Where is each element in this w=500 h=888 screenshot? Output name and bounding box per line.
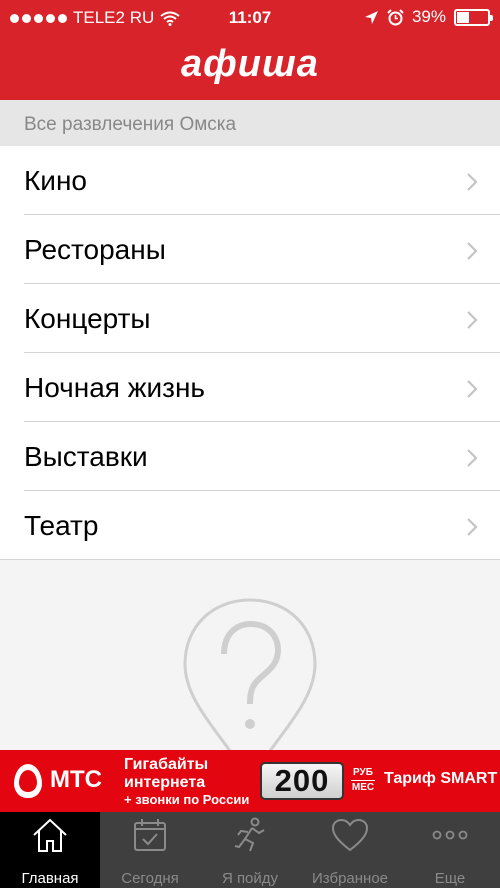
chevron-right-icon xyxy=(467,311,478,329)
menu-item-label: Театр xyxy=(24,509,99,541)
heart-icon xyxy=(331,818,369,852)
tab-more[interactable]: Еще xyxy=(400,812,500,888)
mts-egg-logo-icon xyxy=(14,764,42,798)
app-logo: афиша xyxy=(181,42,319,85)
menu-item-label: Рестораны xyxy=(24,233,166,265)
menu-item-label: Концерты xyxy=(24,302,151,334)
empty-placeholder xyxy=(0,560,500,750)
ad-price: 200 xyxy=(260,762,344,800)
chevron-right-icon xyxy=(467,449,478,467)
ad-line-2: интернета xyxy=(124,774,206,791)
menu-item-exhibitions[interactable]: Выставки xyxy=(0,422,500,491)
battery-icon xyxy=(454,8,493,26)
ad-banner[interactable]: МТС Гигабайты интернета + звонки по Росс… xyxy=(0,750,500,812)
tab-today[interactable]: Сегодня xyxy=(100,812,200,888)
calendar-icon xyxy=(134,819,166,851)
nav-bar: афиша xyxy=(0,36,500,100)
ad-line-1: Гигабайты xyxy=(124,756,209,773)
tab-going[interactable]: Я пойду xyxy=(200,812,300,888)
menu-item-concerts[interactable]: Концерты xyxy=(0,284,500,353)
battery-level xyxy=(457,11,469,23)
location-arrow-icon xyxy=(364,10,378,24)
tab-bar: Главная Сегодня Я пойду Избранное Еще xyxy=(0,812,500,888)
battery-percent: 39% xyxy=(411,7,446,26)
tab-label: Я пойду xyxy=(221,870,279,887)
ad-brand: МТС xyxy=(50,766,102,793)
tab-home[interactable]: Главная xyxy=(0,812,100,888)
chevron-right-icon xyxy=(467,173,478,191)
question-pin-icon xyxy=(183,598,317,750)
menu-item-restaurants[interactable]: Рестораны xyxy=(0,215,500,284)
ad-unit-bottom: МЕС xyxy=(351,782,375,793)
chevron-right-icon xyxy=(467,518,478,536)
runner-icon xyxy=(234,817,265,852)
menu-item-label: Выставки xyxy=(24,440,148,472)
tab-favorites[interactable]: Избранное xyxy=(300,812,400,888)
menu-item-label: Кино xyxy=(24,164,87,196)
chevron-right-icon xyxy=(467,242,478,260)
tab-label: Еще xyxy=(434,870,466,887)
category-list: Кино Рестораны Концерты Ночная жизнь Выс… xyxy=(0,146,500,560)
chevron-right-icon xyxy=(467,380,478,398)
alarm-icon xyxy=(387,8,404,25)
section-header: Все развлечения Омска xyxy=(0,100,500,146)
ad-line-3: + звонки по России xyxy=(124,792,250,807)
ad-tariff: Тариф SMART xyxy=(384,770,498,787)
ad-unit-top: РУБ xyxy=(353,767,373,778)
ad-price-unit: РУБ МЕС xyxy=(350,766,376,795)
ad-unit-divider xyxy=(351,780,375,781)
menu-item-label: Ночная жизнь xyxy=(24,371,206,403)
tab-label: Избранное xyxy=(311,870,389,887)
menu-item-cinema[interactable]: Кино xyxy=(0,146,500,215)
menu-item-nightlife[interactable]: Ночная жизнь xyxy=(0,353,500,422)
tab-label: Главная xyxy=(21,870,79,887)
tab-label: Сегодня xyxy=(121,870,179,887)
more-icon xyxy=(432,830,468,840)
home-icon xyxy=(33,818,67,852)
status-right: 39% xyxy=(364,7,493,27)
status-bar: TELE2 RU 11:07 39% xyxy=(0,0,500,36)
menu-item-theatre[interactable]: Театр xyxy=(0,491,500,560)
